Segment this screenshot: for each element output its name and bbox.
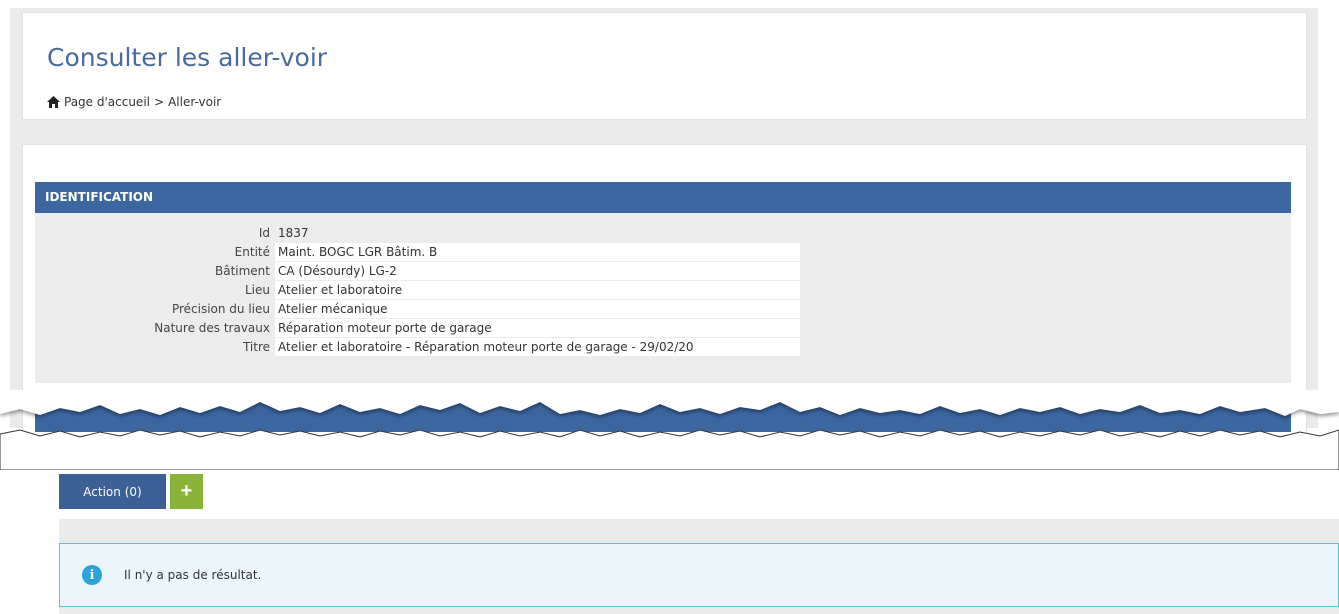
torn-edge xyxy=(0,390,1339,470)
field-value: Atelier mécanique xyxy=(275,300,800,318)
action-tab-button[interactable]: Action (0) xyxy=(59,474,166,509)
field-label: Entité xyxy=(234,245,270,259)
field-row-id: Id 1837 xyxy=(35,224,800,242)
field-label: Titre xyxy=(242,340,270,354)
field-value: CA (Désourdy) LG-2 xyxy=(275,262,800,280)
identification-header: IDENTIFICATION xyxy=(35,182,1291,213)
field-value: Atelier et laboratoire - Réparation mote… xyxy=(275,338,800,356)
field-value: Atelier et laboratoire xyxy=(275,281,800,299)
field-row-entite: Entité Maint. BOGC LGR Bâtim. B xyxy=(35,243,800,261)
info-icon: i xyxy=(82,565,102,585)
add-action-button[interactable]: + xyxy=(170,474,203,509)
field-value: Réparation moteur porte de garage xyxy=(275,319,800,337)
page-header-card: Consulter les aller-voir Page d'accueil … xyxy=(22,12,1307,120)
top-strip xyxy=(0,0,1339,8)
breadcrumb: Page d'accueil > Aller-voir xyxy=(47,95,221,109)
field-row-precision-lieu: Précision du lieu Atelier mécanique xyxy=(35,300,800,318)
field-label: Nature des travaux xyxy=(154,321,270,335)
field-value: 1837 xyxy=(278,226,309,240)
field-row-nature-travaux: Nature des travaux Réparation moteur por… xyxy=(35,319,800,337)
empty-result-message: Il n'y a pas de résultat. xyxy=(124,568,262,582)
breadcrumb-current: Aller-voir xyxy=(168,95,222,109)
field-label: Bâtiment xyxy=(214,264,270,278)
page-title: Consulter les aller-voir xyxy=(47,43,328,72)
field-row-batiment: Bâtiment CA (Désourdy) LG-2 xyxy=(35,262,800,280)
identification-panel: Id 1837 Entité Maint. BOGC LGR Bâtim. B … xyxy=(35,213,1291,383)
field-label: Lieu xyxy=(244,283,270,297)
field-label: Id xyxy=(258,226,270,240)
breadcrumb-separator: > xyxy=(154,95,165,109)
breadcrumb-home-link[interactable]: Page d'accueil xyxy=(64,95,150,109)
empty-result-alert: i Il n'y a pas de résultat. xyxy=(59,543,1339,607)
field-row-titre: Titre Atelier et laboratoire - Réparatio… xyxy=(35,338,800,356)
home-icon[interactable] xyxy=(47,96,60,108)
field-value: Maint. BOGC LGR Bâtim. B xyxy=(275,243,800,261)
field-row-lieu: Lieu Atelier et laboratoire xyxy=(35,281,800,299)
field-label: Précision du lieu xyxy=(171,302,270,316)
